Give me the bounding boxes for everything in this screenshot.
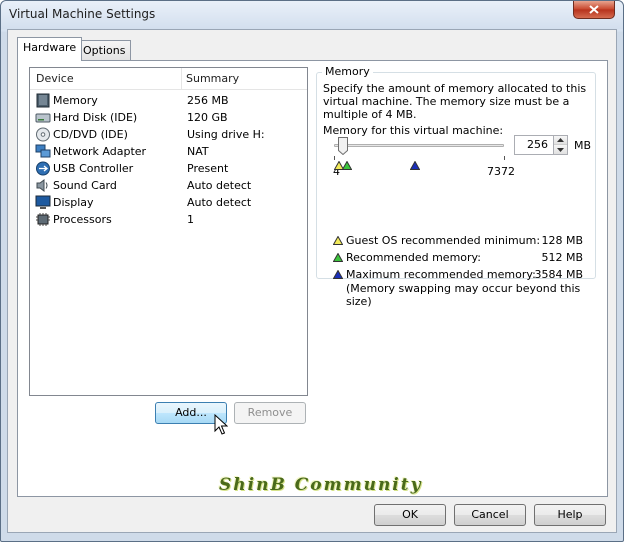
- legend-label: Maximum recommended memory:: [346, 268, 536, 281]
- device-row-memory[interactable]: Memory 256 MB: [30, 92, 307, 109]
- legend-label: Guest OS recommended minimum:: [346, 234, 541, 247]
- blue-triangle-icon: [333, 270, 343, 279]
- close-button[interactable]: [573, 1, 615, 19]
- device-name: Display: [53, 196, 94, 209]
- memory-slider-track[interactable]: [334, 144, 504, 147]
- device-name: Hard Disk (IDE): [53, 111, 138, 124]
- network-adapter-icon: [35, 144, 51, 158]
- ok-button[interactable]: OK: [374, 504, 446, 526]
- memory-size-input[interactable]: 256: [514, 135, 554, 155]
- device-row-hard-disk[interactable]: Hard Disk (IDE) 120 GB: [30, 109, 307, 126]
- spin-down-button[interactable]: [554, 145, 567, 154]
- device-list[interactable]: Device Summary Memory 256 MB Hard Disk (…: [29, 67, 308, 396]
- memory-field-label: Memory for this virtual machine:: [323, 124, 504, 137]
- device-name: Processors: [53, 213, 112, 226]
- close-icon: [589, 5, 599, 14]
- slider-tick: [504, 156, 505, 160]
- device-row-cd-dvd[interactable]: CD/DVD (IDE) Using drive H:: [30, 126, 307, 143]
- recommended-memory-marker: [342, 161, 352, 170]
- title-bar[interactable]: Virtual Machine Settings: [1, 1, 623, 29]
- device-summary: Using drive H:: [187, 128, 265, 141]
- legend-label: Recommended memory:: [346, 251, 481, 264]
- device-name: USB Controller: [53, 162, 134, 175]
- memory-swapping-note: (Memory swapping may occur beyond this s…: [346, 282, 581, 308]
- device-row-network-adapter[interactable]: Network Adapter NAT: [30, 143, 307, 160]
- display-icon: [35, 195, 51, 209]
- green-triangle-icon: [333, 253, 343, 262]
- help-button[interactable]: Help: [534, 504, 606, 526]
- device-summary: Present: [187, 162, 229, 175]
- legend-amount: 3584 MB: [534, 268, 583, 281]
- slider-tick: [334, 156, 335, 160]
- chevron-down-icon: [557, 147, 564, 152]
- device-row-sound-card[interactable]: Sound Card Auto detect: [30, 177, 307, 194]
- legend-recommended: Recommended memory: 512 MB: [333, 251, 593, 265]
- column-header-device[interactable]: Device: [36, 72, 74, 85]
- chevron-up-icon: [557, 138, 564, 142]
- processor-icon: [36, 213, 50, 226]
- device-summary: Auto detect: [187, 196, 252, 209]
- device-row-processors[interactable]: Processors 1: [30, 211, 307, 228]
- sound-card-icon: [36, 179, 48, 192]
- hardware-tab-panel: Device Summary Memory 256 MB Hard Disk (…: [17, 60, 608, 497]
- legend-guest-os-minimum: Guest OS recommended minimum: 128 MB: [333, 234, 593, 248]
- mouse-cursor-icon: [214, 414, 228, 435]
- device-row-usb-controller[interactable]: USB Controller Present: [30, 160, 307, 177]
- device-row-display[interactable]: Display Auto detect: [30, 194, 307, 211]
- maximum-recommended-marker: [410, 161, 420, 170]
- cd-dvd-icon: [36, 127, 50, 142]
- device-summary: NAT: [187, 145, 209, 158]
- memory-slider-thumb[interactable]: [338, 137, 348, 155]
- tab-options[interactable]: Options: [77, 40, 132, 60]
- memory-spinner: [554, 135, 568, 155]
- device-name: Network Adapter: [53, 145, 147, 158]
- device-name: Memory: [53, 94, 98, 107]
- device-summary: 256 MB: [187, 94, 229, 107]
- memory-icon: [36, 93, 50, 108]
- device-list-header: Device Summary: [30, 68, 307, 90]
- device-name: Sound Card: [53, 179, 117, 192]
- column-header-summary[interactable]: Summary: [186, 72, 239, 85]
- window-title: Virtual Machine Settings: [9, 7, 156, 21]
- spin-up-button[interactable]: [554, 136, 567, 145]
- device-name: CD/DVD (IDE): [53, 128, 128, 141]
- memory-unit-label: MB: [574, 139, 592, 152]
- hard-disk-icon: [35, 113, 51, 123]
- memory-group-title: Memory: [322, 65, 373, 78]
- device-summary: Auto detect: [187, 179, 252, 192]
- column-divider[interactable]: [181, 68, 182, 90]
- device-summary: 1: [187, 213, 194, 226]
- slider-max-label: 7372: [487, 165, 515, 178]
- tab-hardware[interactable]: Hardware: [17, 37, 83, 61]
- settings-window: Virtual Machine Settings Options Hardwar…: [0, 0, 624, 542]
- device-summary: 120 GB: [187, 111, 228, 124]
- cancel-button[interactable]: Cancel: [454, 504, 526, 526]
- memory-description: Specify the amount of memory allocated t…: [323, 82, 587, 121]
- legend-amount: 512 MB: [541, 251, 583, 264]
- dialog-body: Options Hardware Device Summary Memory 2…: [7, 29, 617, 533]
- legend-amount: 128 MB: [541, 234, 583, 247]
- legend-maximum-recommended: Maximum recommended memory: 3584 MB: [333, 268, 593, 282]
- community-watermark: ShinB Community: [219, 475, 423, 495]
- yellow-triangle-icon: [333, 236, 343, 245]
- usb-icon: [36, 161, 50, 176]
- remove-device-button[interactable]: Remove: [234, 402, 306, 424]
